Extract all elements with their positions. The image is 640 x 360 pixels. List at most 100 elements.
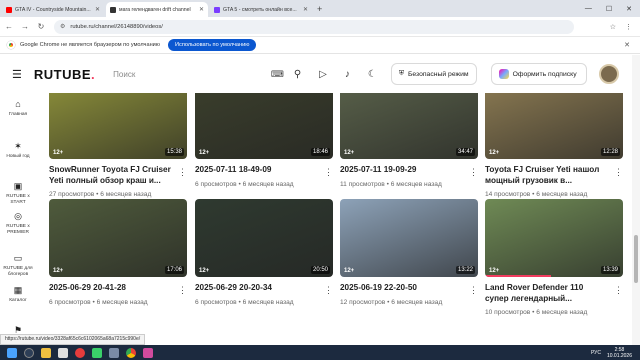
video-thumbnail[interactable]: 12+ 13:39 xyxy=(485,199,623,277)
menu-dots-icon[interactable]: ⋮ xyxy=(625,23,632,31)
video-thumbnail[interactable]: 12+ 17:06 xyxy=(49,199,187,277)
video-title[interactable]: 2025-06-29 20-20-34 xyxy=(195,283,317,294)
window-controls: — ☐ ✕ xyxy=(585,0,640,17)
video-card[interactable]: 12+ 18:46 2025-07-11 18-49-09 ⋮ 6 просмотров… xyxy=(195,93,333,188)
more-options-icon[interactable]: ⋮ xyxy=(324,167,333,178)
close-tab-icon[interactable]: ✕ xyxy=(199,6,204,13)
upload-video-icon[interactable]: ▷ xyxy=(319,69,327,80)
video-title[interactable]: SnowRunner Toyota FJ Cruiser Yeti полный… xyxy=(49,165,171,186)
close-infobar-icon[interactable]: ✕ xyxy=(624,41,630,49)
sidebar-item[interactable]: ◎ RUTUBE x PREMIER xyxy=(0,211,36,235)
safe-mode-button[interactable]: ⛨ Безопасный режим xyxy=(390,63,477,85)
sidebar-item[interactable]: ✶ Новый год xyxy=(0,141,36,160)
view-count: 6 просмотров xyxy=(195,180,237,188)
hamburger-menu-icon[interactable]: ☰ xyxy=(12,68,22,81)
file-explorer-icon[interactable] xyxy=(41,347,51,358)
sidebar-item[interactable]: ▭ RUTUBE для блогеров xyxy=(0,253,36,277)
video-title[interactable]: Land Rover Defender 110 супер легендарны… xyxy=(485,283,607,304)
set-default-button[interactable]: Использовать по умолчанию xyxy=(168,39,257,51)
language-indicator[interactable]: РУС xyxy=(591,350,601,356)
url-field[interactable]: ⚙ rutube.ru/channel/26148890/videos/ xyxy=(54,19,574,34)
video-title[interactable]: 2025-07-11 18-49-09 xyxy=(195,165,317,176)
browser-tab-bar: GTA IV - Countryside Mountain... ✕ мага … xyxy=(0,0,640,17)
sidebar-item-label: RUTUBE x PREMIER xyxy=(6,223,30,235)
subscribe-button[interactable]: Оформить подписку xyxy=(490,63,587,85)
keyboard-icon[interactable]: ⌨ xyxy=(271,69,284,80)
close-window-icon[interactable]: ✕ xyxy=(626,5,632,13)
video-card[interactable]: 12+ 34:47 2025-07-11 19-09-29 ⋮ 11 просмотро… xyxy=(340,93,478,188)
video-meta: 10 просмотров • 6 месяцев назад xyxy=(485,309,623,316)
more-options-icon[interactable]: ⋮ xyxy=(324,285,333,296)
app-icon[interactable] xyxy=(109,347,119,358)
more-options-icon[interactable]: ⋮ xyxy=(614,167,623,178)
more-options-icon[interactable]: ⋮ xyxy=(178,285,187,296)
forward-icon[interactable]: → xyxy=(18,22,32,31)
home-icon: ⌂ xyxy=(15,99,21,109)
app-icon[interactable] xyxy=(92,347,102,358)
windows-start-icon[interactable] xyxy=(7,347,17,358)
video-thumbnail[interactable]: 12+ 12:28 xyxy=(485,93,623,159)
app-icon[interactable] xyxy=(143,347,153,358)
dark-mode-moon-icon[interactable]: ☾ xyxy=(368,69,377,80)
chrome-taskbar-icon[interactable] xyxy=(126,347,136,358)
upload-age: 6 месяцев назад xyxy=(536,191,588,199)
sidebar-item[interactable]: ▦ Каталог xyxy=(0,285,36,304)
site-info-icon[interactable]: ⚙ xyxy=(60,23,65,30)
reload-icon[interactable]: ↻ xyxy=(34,22,48,31)
search-input[interactable]: Поиск xyxy=(113,70,135,79)
video-thumbnail[interactable]: 12+ 13:22 xyxy=(340,199,478,277)
close-tab-icon[interactable]: ✕ xyxy=(303,6,308,13)
minimize-icon[interactable]: — xyxy=(585,5,592,12)
video-card[interactable]: 12+ 12:28 Toyota FJ Cruiser Yeti нашол мощ… xyxy=(485,93,623,198)
opera-icon[interactable] xyxy=(75,347,85,358)
notifications-bell-icon[interactable]: ♪ xyxy=(345,69,350,80)
video-thumbnail[interactable]: 12+ 15:38 xyxy=(49,93,187,159)
video-card[interactable]: 12+ 13:39 Land Rover Defender 110 супер ле… xyxy=(485,199,623,316)
video-title[interactable]: 2025-07-11 19-09-29 xyxy=(340,165,462,176)
sidebar-item-label: Главная xyxy=(8,111,28,117)
rutube-logo[interactable]: RUTUBE. xyxy=(34,67,95,82)
bookmark-star-icon[interactable]: ☆ xyxy=(610,23,616,31)
video-thumbnail[interactable]: 12+ 34:47 xyxy=(340,93,478,159)
browser-tab[interactable]: GTA 5 - смотреть онлайн все... ✕ xyxy=(210,2,312,17)
maximize-icon[interactable]: ☐ xyxy=(606,5,612,13)
video-title[interactable]: 2025-06-19 22-20-50 xyxy=(340,283,462,294)
video-card[interactable]: 12+ 13:22 2025-06-19 22-20-50 ⋮ 12 просмотро… xyxy=(340,199,478,306)
browser-tab[interactable]: GTA IV - Countryside Mountain... ✕ xyxy=(2,2,104,17)
rutube-favicon-icon xyxy=(110,6,116,13)
scrollbar-thumb[interactable] xyxy=(634,235,638,283)
video-title[interactable]: Toyota FJ Cruiser Yeti нашол мощный груз… xyxy=(485,165,607,186)
more-options-icon[interactable]: ⋮ xyxy=(614,285,623,296)
tab-title: мага гелендваген drift channel xyxy=(119,6,191,13)
close-tab-icon[interactable]: ✕ xyxy=(95,6,100,13)
app-icon[interactable] xyxy=(58,347,68,358)
sidebar-item[interactable]: ▣ RUTUBE x START xyxy=(0,181,36,205)
subscribe-label: Оформить подписку xyxy=(512,70,577,78)
more-options-icon[interactable]: ⋮ xyxy=(469,285,478,296)
avatar[interactable] xyxy=(598,64,619,84)
video-meta: 11 просмотров • 6 месяцев назад xyxy=(340,181,478,188)
search-box[interactable]: Поиск ⌨ ⚲ xyxy=(113,63,301,85)
shield-icon: ⛨ xyxy=(398,70,404,77)
video-card[interactable]: 12+ 17:06 2025-06-29 20-41-28 ⋮ 6 просмотров… xyxy=(49,199,187,306)
search-icon[interactable]: ⚲ xyxy=(294,69,301,80)
browser-tab-active[interactable]: мага гелендваген drift channel ✕ xyxy=(106,2,208,17)
video-card[interactable]: 12+ 20:50 2025-06-29 20-20-34 ⋮ 6 просмотров… xyxy=(195,199,333,306)
more-options-icon[interactable]: ⋮ xyxy=(469,167,478,178)
age-rating-badge: 12+ xyxy=(53,150,64,156)
page-scrollbar[interactable] xyxy=(632,55,640,345)
more-options-icon[interactable]: ⋮ xyxy=(178,167,187,178)
sidebar-item[interactable]: ⌂ Главная xyxy=(0,99,36,118)
video-thumbnail[interactable]: 12+ 20:50 xyxy=(195,199,333,277)
duration-badge: 20:50 xyxy=(310,266,330,274)
video-title[interactable]: 2025-06-29 20-41-28 xyxy=(49,283,171,294)
video-thumbnail[interactable]: 12+ 18:46 xyxy=(195,93,333,159)
infobar-text: Google Chrome не является браузером по у… xyxy=(20,42,160,48)
video-card[interactable]: 12+ 15:38 SnowRunner Toyota FJ Cruiser Yet… xyxy=(49,93,187,198)
back-icon[interactable]: ← xyxy=(2,22,16,31)
clock-date: 10.01.2026 xyxy=(606,352,632,359)
new-tab-icon[interactable]: + xyxy=(317,4,322,14)
clock[interactable]: 2:58 10.01.2026 xyxy=(607,347,632,359)
age-rating-badge: 12+ xyxy=(489,150,500,156)
search-taskbar-icon[interactable] xyxy=(24,347,34,358)
